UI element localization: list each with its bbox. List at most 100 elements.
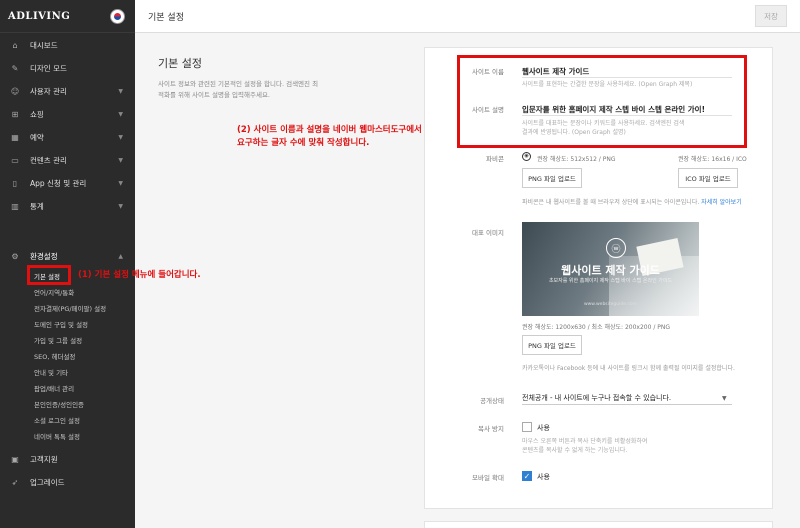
chevron-up-icon: ▲: [118, 253, 123, 260]
nav-label: App 신청 및 관리: [30, 179, 87, 188]
mobile-zoom-checkbox[interactable]: ✓: [522, 471, 532, 481]
sub-label: 본인인증/성인인증: [34, 401, 85, 409]
nav-item-design[interactable]: ✎ 디자인 모드: [0, 57, 135, 80]
nav-label: 쇼핑: [30, 110, 44, 119]
nav-label: 업그레이드: [30, 478, 65, 487]
nav-label: 환경설정: [30, 252, 58, 261]
annotation-step-1: (1) 기본 설정 메뉴에 들어갑니다.: [78, 270, 201, 280]
brand-logo[interactable]: ADLIVING: [8, 11, 70, 22]
sub-label: 언어/지역/통화: [34, 289, 75, 297]
nav-item-dashboard[interactable]: ⌂ 대시보드: [0, 34, 135, 57]
nav-label: 사용자 관리: [30, 87, 67, 96]
gear-icon: ⚙: [11, 251, 19, 261]
cart-icon: ⊞: [11, 109, 19, 119]
sub-item-social[interactable]: 소셜 로그인 설정: [0, 412, 135, 428]
sub-item-language[interactable]: 언어/지역/통화: [0, 284, 135, 300]
nav-item-upgrade[interactable]: ➶ 업그레이드: [0, 471, 135, 494]
favicon-ico-upload-button[interactable]: ICO 파일 업로드: [678, 168, 738, 188]
sub-item-popup[interactable]: 팝업/배너 관리: [0, 380, 135, 396]
favicon-help: 파비콘은 내 웹사이트를 볼 때 브라우저 상단에 표시되는 아이콘입니다. 자…: [522, 197, 742, 206]
korea-flag-icon[interactable]: [110, 9, 125, 24]
chevron-down-icon: ▼: [118, 180, 123, 187]
topbar: 기본 설정 저장: [135, 0, 800, 33]
favicon-help-text: 파비콘은 내 웹사이트를 볼 때 브라우저 상단에 표시되는 아이콘입니다.: [522, 199, 700, 206]
sub-label: 도메인 구입 및 설정: [34, 321, 89, 329]
sub-label: SEO, 헤더설정: [34, 353, 76, 361]
rep-image-label: 대표 이미지: [472, 229, 504, 237]
sub-label: 가입 및 그룹 설정: [34, 337, 83, 345]
nav-label: 예약: [30, 133, 44, 142]
chevron-down-icon: ▼: [118, 203, 123, 210]
nav-item-app[interactable]: ▯ App 신청 및 관리 ▼: [0, 172, 135, 195]
nav-item-shop[interactable]: ⊞ 쇼핑 ▼: [0, 103, 135, 126]
highlight-box-basic-settings: [27, 265, 71, 285]
annotation-step-2-line-2: 요구하는 글자 수에 맞춰 작성합니다.: [237, 138, 370, 148]
chevron-down-icon[interactable]: ▼: [722, 395, 727, 402]
sub-item-domain[interactable]: 도메인 구입 및 설정: [0, 316, 135, 332]
favicon-png-upload-button[interactable]: PNG 파일 업로드: [522, 168, 582, 188]
copy-protect-label: 복사 방지: [478, 425, 504, 433]
sub-item-join[interactable]: 가입 및 그룹 설정: [0, 332, 135, 348]
mobile-zoom-label: 모바일 확대: [472, 474, 504, 482]
sub-label: 소셜 로그인 설정: [34, 417, 80, 425]
favicon-more-link[interactable]: 자세히 알아보기: [701, 199, 742, 206]
next-card: [424, 521, 773, 528]
sub-item-talk[interactable]: 네이버 톡톡 설정: [0, 428, 135, 444]
home-icon: ⌂: [12, 40, 18, 50]
copy-protect-help-1: 마우스 오른쪽 버튼과 복사 단축키를 비활성화하여: [522, 438, 648, 445]
rep-image-upload-button[interactable]: PNG 파일 업로드: [522, 335, 582, 355]
chevron-down-icon: ▼: [118, 134, 123, 141]
rocket-icon: ➶: [11, 477, 19, 487]
inbox-icon: ▭: [11, 155, 19, 165]
copy-protect-checkbox[interactable]: [522, 422, 532, 432]
sidebar: ADLIVING ⌂ 대시보드 ✎ 디자인 모드 ☺ 사용자 관리 ▼ ⊞ 쇼핑 ▼ ▦ 예약…: [0, 0, 135, 528]
rep-image-preview[interactable]: ⓦ 웹사이트 제작 가이드 초보자를 위한 홈페이지 제작 스텝 바이 스텝 온…: [522, 222, 699, 316]
section-title: 기본 설정: [158, 57, 202, 70]
user-icon: ☺: [10, 86, 20, 96]
section-desc-2: 적화를 위해 사이트 설명을 입력해주세요.: [158, 91, 270, 99]
visibility-select-underline: [522, 404, 732, 405]
sub-item-payment[interactable]: 전자결제(PG/페이팔) 설정: [0, 300, 135, 316]
favicon-png-size: 권장 해상도: 512x512 / PNG: [537, 156, 616, 163]
sub-item-notice[interactable]: 안내 및 기타: [0, 364, 135, 380]
brush-icon: ✎: [11, 63, 19, 73]
nav-item-contents[interactable]: ▭ 컨텐츠 관리 ▼: [0, 149, 135, 172]
hero-title: 웹사이트 제작 가이드: [561, 264, 660, 277]
bar-chart-icon: ▥: [11, 201, 19, 211]
nav-label: 고객지원: [30, 455, 58, 464]
sub-label: 네이버 톡톡 설정: [34, 433, 80, 441]
nav-item-stats[interactable]: ▥ 통계 ▼: [0, 195, 135, 218]
calendar-icon: ▦: [11, 132, 19, 142]
highlight-box-site-info: [457, 55, 747, 148]
hero-url: www.websiteguide.com: [583, 302, 638, 307]
sub-label: 전자결제(PG/페이팔) 설정: [34, 305, 107, 313]
sub-item-seo[interactable]: SEO, 헤더설정: [0, 348, 135, 364]
sub-label: 팝업/배너 관리: [34, 385, 75, 393]
copy-protect-help-2: 콘텐츠를 복사할 수 없게 하는 기능입니다.: [522, 447, 628, 454]
nav-item-support[interactable]: ▣ 고객지원: [0, 448, 135, 471]
phone-icon: ▯: [12, 178, 18, 188]
visibility-select[interactable]: 전체공개 - 내 사이트에 누구나 접속할 수 있습니다.: [522, 393, 671, 403]
nav-label: 컨텐츠 관리: [30, 156, 67, 165]
hero-logo-icon: ⓦ: [606, 238, 626, 258]
mobile-zoom-option: 사용: [537, 473, 550, 481]
nav-item-users[interactable]: ☺ 사용자 관리 ▼: [0, 80, 135, 103]
visibility-label: 공개상태: [480, 397, 504, 405]
nav-item-reservation[interactable]: ▦ 예약 ▼: [0, 126, 135, 149]
nav-label: 디자인 모드: [30, 64, 67, 73]
rep-image-size: 권장 해상도: 1200x630 / 최소 해상도: 200x200 / PNG: [522, 324, 671, 331]
page-title: 기본 설정: [148, 13, 184, 23]
section-intro: 기본 설정 사이트 정보와 관련된 기본적인 설정을 합니다. 검색엔진 최 적…: [158, 55, 368, 101]
save-button[interactable]: 저장: [755, 5, 787, 27]
brand: ADLIVING: [0, 0, 135, 33]
sub-item-auth[interactable]: 본인인증/성인인증: [0, 396, 135, 412]
favicon-label: 파비콘: [486, 155, 504, 163]
section-desc-1: 사이트 정보와 관련된 기본적인 설정을 합니다. 검색엔진 최: [158, 80, 319, 88]
favicon-preview-icon: ◉: [522, 152, 531, 161]
nav-label: 통계: [30, 202, 44, 211]
hero-subtitle: 초보자를 위한 홈페이지 제작 스텝 바이 스텝 온라인 가이드: [548, 278, 673, 284]
favicon-ico-size: 권장 해상도: 16x16 / ICO: [678, 156, 747, 163]
chevron-down-icon: ▼: [118, 88, 123, 95]
copy-protect-option: 사용: [537, 424, 550, 432]
rep-image-help: 카카오톡이나 Facebook 등에 내 사이트를 링크시 함께 출력될 이미지…: [522, 365, 735, 372]
